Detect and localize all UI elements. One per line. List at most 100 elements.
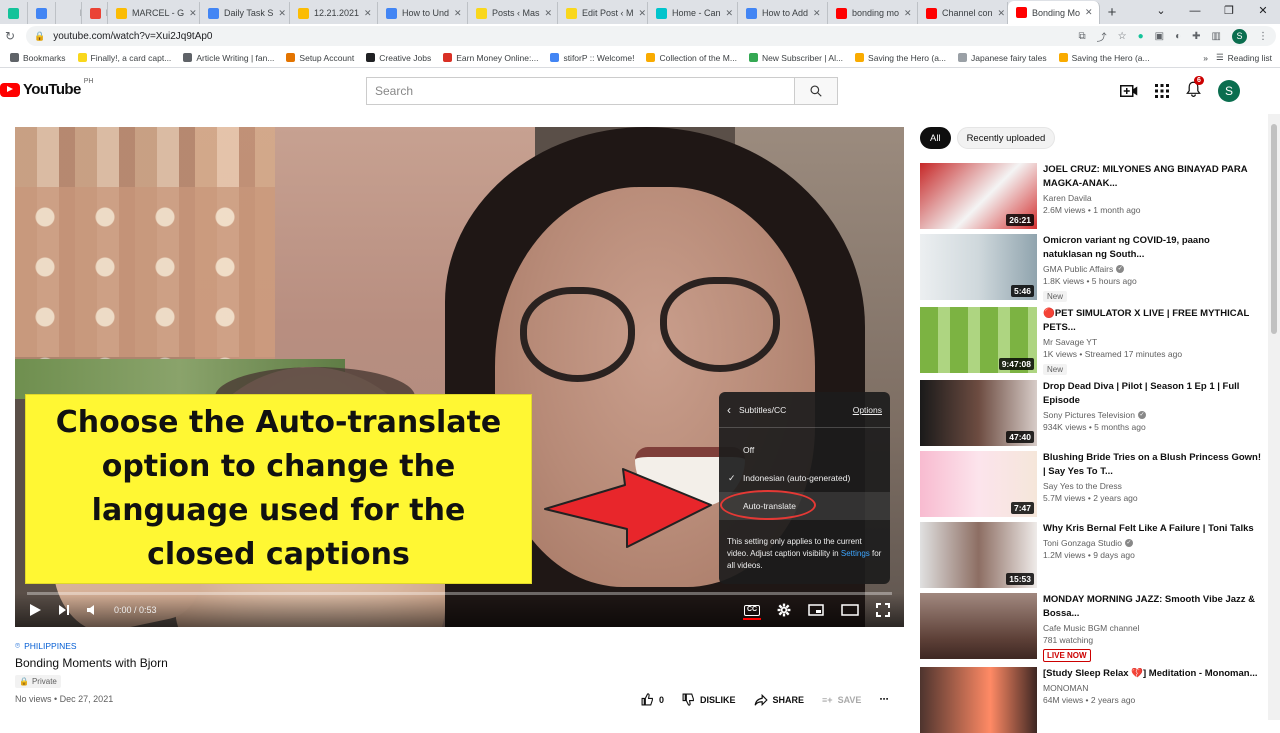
- play-button[interactable]: [29, 603, 42, 617]
- channel-name[interactable]: GMA Public Affairs: [1043, 264, 1113, 274]
- apps-grid-icon[interactable]: [1155, 84, 1169, 98]
- tab-close-icon[interactable]: ✕: [364, 8, 372, 19]
- bookmark-item[interactable]: Collection of the M...: [640, 53, 742, 63]
- miniplayer-icon[interactable]: [808, 604, 824, 616]
- grammarly-extension-icon[interactable]: ●: [1138, 31, 1144, 42]
- browser-tab[interactable]: Home - Can ✕: [648, 2, 738, 24]
- cc-option-off[interactable]: Off: [719, 436, 890, 464]
- bookmark-item[interactable]: Saving the Hero (a...: [849, 53, 952, 63]
- create-video-icon[interactable]: [1120, 84, 1138, 98]
- notifications-button[interactable]: 6: [1186, 75, 1204, 102]
- save-button[interactable]: ≡+ SAVE: [822, 695, 861, 705]
- bookmark-item[interactable]: Earn Money Online:...: [437, 53, 544, 63]
- fullscreen-icon[interactable]: [876, 603, 890, 617]
- tab-close-icon[interactable]: ✕: [189, 8, 197, 19]
- account-avatar[interactable]: S: [1218, 80, 1240, 102]
- like-button[interactable]: 0: [641, 693, 664, 706]
- tab-close-icon[interactable]: ✕: [904, 8, 912, 19]
- bookmark-item[interactable]: Saving the Hero (a...: [1053, 53, 1156, 63]
- tab-close-icon[interactable]: ✕: [545, 8, 553, 19]
- channel-name[interactable]: Karen Davila: [1043, 193, 1092, 203]
- install-icon[interactable]: ⧉: [1079, 31, 1086, 42]
- lock-icon[interactable]: 🔒: [34, 31, 45, 42]
- more-bookmarks-button[interactable]: »: [1203, 53, 1208, 63]
- extension-icon-2[interactable]: ◐: [1175, 31, 1181, 42]
- reload-icon[interactable]: ↻: [0, 29, 20, 43]
- location-tag[interactable]: ⌾ PHILIPPINES: [15, 640, 904, 651]
- cc-menu-title[interactable]: Subtitles/CC: [739, 405, 786, 415]
- browser-tab[interactable]: bonding mo ✕: [828, 2, 918, 24]
- video-thumbnail[interactable]: 7:47: [920, 451, 1037, 517]
- recommended-title[interactable]: JOEL CRUZ: MILYONES ANG BINAYAD PARA MAG…: [1043, 163, 1262, 191]
- new-tab-button[interactable]: +: [1100, 2, 1124, 24]
- profile-avatar[interactable]: S: [1232, 28, 1247, 44]
- minimize-button[interactable]: —: [1178, 0, 1212, 24]
- browser-tab[interactable]: [0, 2, 28, 24]
- tab-close-icon[interactable]: ✕: [726, 8, 734, 19]
- channel-name[interactable]: Toni Gonzaga Studio: [1043, 538, 1122, 548]
- extension-icon[interactable]: ▣: [1155, 31, 1164, 42]
- tab-search-icon[interactable]: ⌄: [1144, 0, 1178, 24]
- url-text[interactable]: youtube.com/watch?v=Xui2Jq9tAp0: [53, 31, 212, 42]
- recommended-title[interactable]: Blushing Bride Tries on a Blush Princess…: [1043, 451, 1262, 479]
- tab-close-icon[interactable]: ✕: [454, 8, 462, 19]
- tab-close-icon[interactable]: ✕: [278, 8, 286, 19]
- bookmark-item[interactable]: stiforP :: Welcome!: [544, 53, 640, 63]
- share-page-icon[interactable]: ⤴: [1097, 29, 1107, 44]
- recommended-video[interactable]: 26:21 JOEL CRUZ: MILYONES ANG BINAYAD PAR…: [920, 163, 1270, 229]
- bookmark-item[interactable]: Setup Account: [280, 53, 360, 63]
- browser-tab[interactable]: HI: [56, 2, 82, 24]
- browser-tab[interactable]: Daily Task S ✕: [200, 2, 290, 24]
- recommended-title[interactable]: 🔴PET SIMULATOR X LIVE | FREE MYTHICAL PE…: [1043, 307, 1262, 335]
- filter-chip[interactable]: Recently uploaded: [956, 127, 1056, 149]
- more-actions-icon[interactable]: ⋯: [879, 694, 888, 705]
- reading-list-button[interactable]: ☰ Reading list: [1216, 52, 1272, 63]
- browser-tab[interactable]: How to Add ✕: [738, 2, 828, 24]
- page-scrollbar[interactable]: [1268, 114, 1280, 720]
- search-input[interactable]: [366, 77, 794, 105]
- video-thumbnail[interactable]: 26:21: [920, 163, 1037, 229]
- browser-tab[interactable]: [28, 2, 56, 24]
- recommended-video[interactable]: 9:47:08 🔴PET SIMULATOR X LIVE | FREE MYTH…: [920, 307, 1270, 375]
- youtube-logo[interactable]: YouTube PH: [0, 78, 93, 98]
- video-thumbnail[interactable]: [920, 667, 1037, 733]
- search-button[interactable]: [794, 77, 838, 105]
- browser-tab[interactable]: Posts ‹ Mas ✕: [468, 2, 558, 24]
- tab-close-icon[interactable]: ✕: [813, 8, 821, 19]
- recommended-video[interactable]: 5:46 Omicron variant ng COVID-19, paano n…: [920, 234, 1270, 302]
- channel-name[interactable]: MONOMAN: [1043, 683, 1088, 693]
- video-thumbnail[interactable]: 9:47:08: [920, 307, 1037, 373]
- channel-name[interactable]: Cafe Music BGM channel: [1043, 623, 1139, 633]
- browser-tab[interactable]: Edit Post ‹ M ✕: [558, 2, 648, 24]
- browser-tab[interactable]: MARCEL - G ✕: [108, 2, 200, 24]
- cc-options-link[interactable]: Options: [853, 405, 882, 415]
- video-thumbnail[interactable]: 15:53: [920, 522, 1037, 588]
- cc-settings-link[interactable]: Settings: [841, 549, 870, 558]
- recommended-video[interactable]: [Study Sleep Relax 💔] Meditation - Monom…: [920, 667, 1270, 733]
- channel-name[interactable]: Mr Savage YT: [1043, 337, 1097, 347]
- browser-tab[interactable]: How to Und ✕: [378, 2, 468, 24]
- bookmark-item[interactable]: Japanese fairy tales: [952, 53, 1053, 63]
- recommended-video[interactable]: 7:47 Blushing Bride Tries on a Blush Prin…: [920, 451, 1270, 517]
- puzzle-icon[interactable]: ✚: [1192, 31, 1200, 42]
- bookmark-item[interactable]: New Subscriber | Al...: [743, 53, 849, 63]
- recommended-title[interactable]: Drop Dead Diva | Pilot | Season 1 Ep 1 |…: [1043, 380, 1262, 408]
- sidebar-icon[interactable]: ▥: [1212, 31, 1221, 42]
- channel-name[interactable]: Sony Pictures Television: [1043, 410, 1135, 420]
- tab-close-icon[interactable]: ✕: [998, 8, 1006, 19]
- recommended-video[interactable]: 15:53 Why Kris Bernal Felt Like A Failure…: [920, 522, 1270, 588]
- share-button[interactable]: SHARE: [754, 693, 804, 706]
- restore-button[interactable]: ❐: [1212, 0, 1246, 24]
- video-thumbnail[interactable]: 47:40: [920, 380, 1037, 446]
- back-chevron-icon[interactable]: ‹: [727, 403, 731, 417]
- bookmark-item[interactable]: Finally!, a card capt...: [72, 53, 178, 63]
- address-bar[interactable]: 🔒 youtube.com/watch?v=Xui2Jq9tAp0 ⧉ ⤴ ☆ …: [26, 26, 1276, 46]
- close-window-button[interactable]: ✕: [1246, 0, 1280, 24]
- tab-close-icon[interactable]: ✕: [639, 8, 647, 19]
- bookmark-item[interactable]: Article Writing | fan...: [177, 53, 280, 63]
- volume-button[interactable]: [86, 604, 98, 616]
- settings-gear-icon[interactable]: [777, 603, 791, 617]
- recommended-title[interactable]: [Study Sleep Relax 💔] Meditation - Monom…: [1043, 667, 1262, 681]
- video-thumbnail[interactable]: 5:46: [920, 234, 1037, 300]
- video-thumbnail[interactable]: [920, 593, 1037, 659]
